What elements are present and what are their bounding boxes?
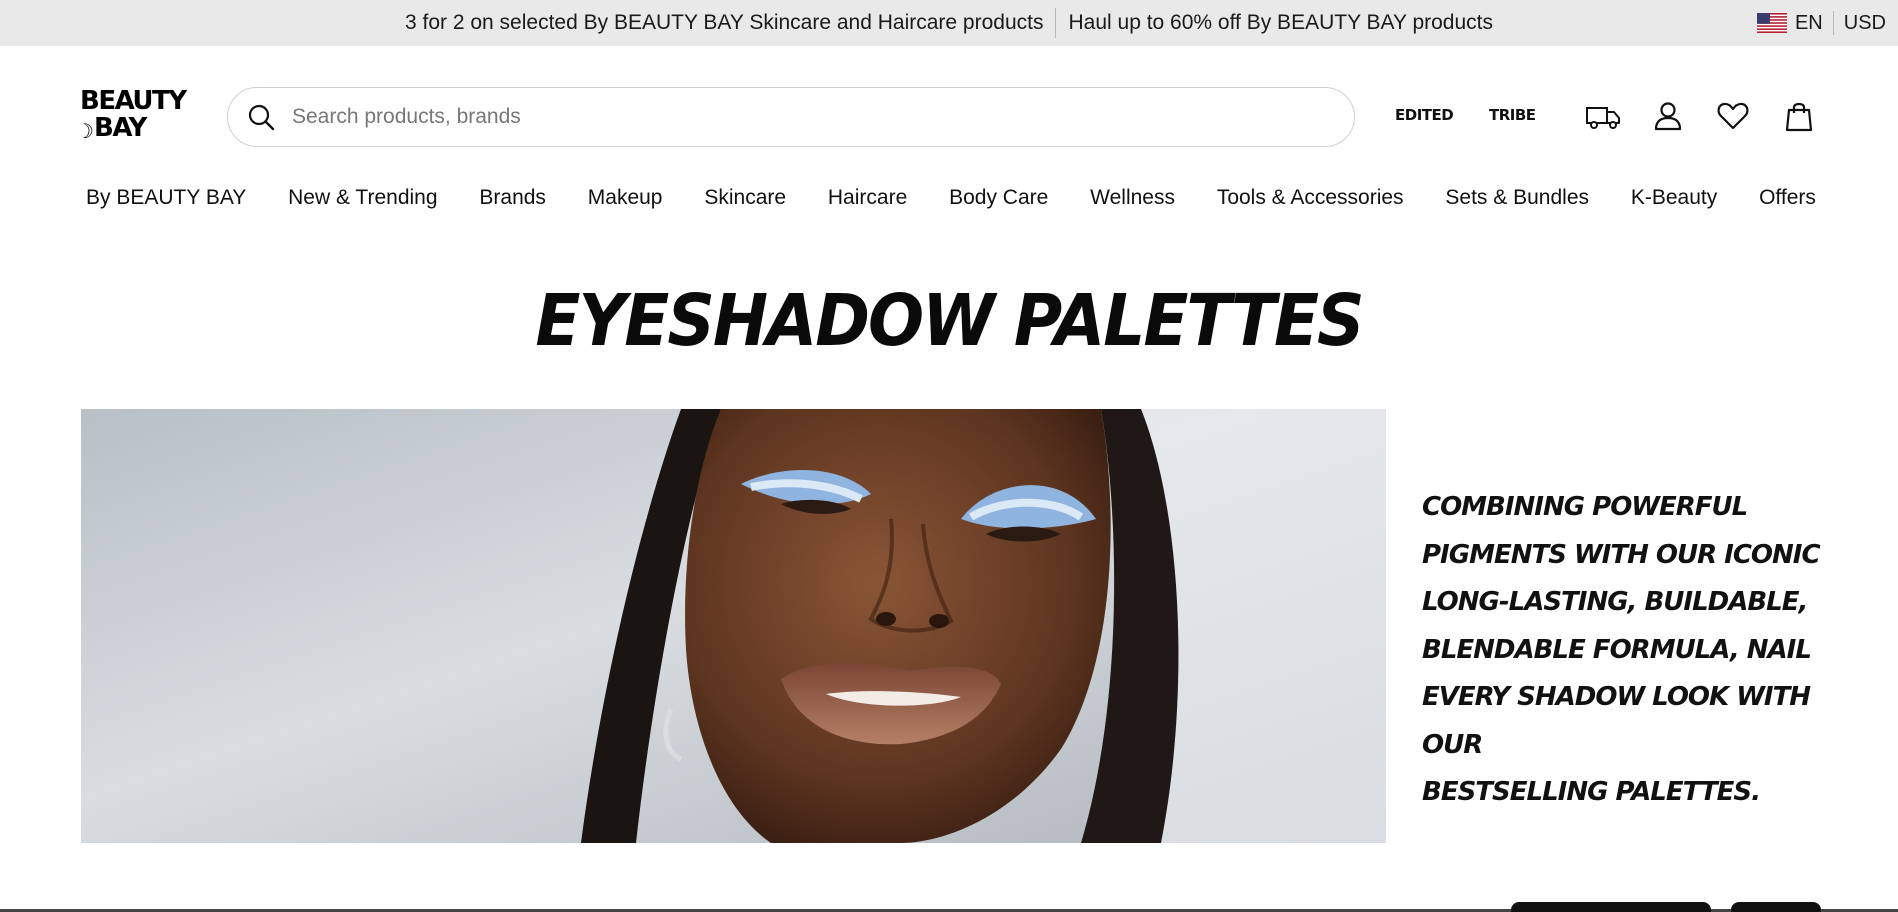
hero-description-line: BESTSELLING PALETTES. [1422, 777, 1761, 807]
search-input[interactable] [292, 105, 1292, 129]
account-icon[interactable] [1650, 98, 1686, 134]
tribe-link[interactable]: TRIBE [1489, 106, 1536, 124]
wishlist-heart-icon[interactable] [1715, 98, 1751, 134]
beauty-bay-logo[interactable]: BEAUTY ☽ BAY [76, 86, 190, 144]
nav-item-wellness[interactable]: Wellness [1090, 186, 1175, 216]
logo-text-top: BEAUTY [80, 86, 187, 116]
nav-item-body-care[interactable]: Body Care [949, 186, 1048, 216]
logo-text-bay: BAY [94, 113, 147, 143]
hero-banner-image [81, 409, 1386, 843]
filter-button[interactable] [1511, 902, 1711, 912]
currency-label[interactable]: USD [1844, 12, 1886, 35]
search-icon[interactable] [246, 102, 276, 132]
nav-item-k-beauty[interactable]: K-Beauty [1631, 186, 1717, 216]
locale-selector[interactable]: EN USD [1756, 0, 1886, 46]
hero-description-line: PIGMENTS WITH OUR ICONIC [1422, 539, 1821, 570]
logo-text-bottom: ☽ BAY [76, 113, 190, 144]
model-portrait-illustration [81, 409, 1386, 843]
nav-item-by-beauty-bay[interactable]: By BEAUTY BAY [86, 186, 246, 216]
shopping-bag-icon[interactable] [1781, 98, 1817, 134]
nav-item-offers[interactable]: Offers [1759, 186, 1816, 216]
hero-description-line: EVERY SHADOW LOOK WITH OUR [1422, 682, 1811, 760]
hero-description-line: BLENDABLE FORMULA, NAIL [1422, 634, 1812, 665]
hero-description-line: COMBINING POWERFUL [1422, 492, 1748, 522]
main-navigation: By BEAUTY BAY New & Trending Brands Make… [86, 186, 1816, 216]
nav-item-brands[interactable]: Brands [479, 186, 546, 216]
search-bar[interactable] [227, 87, 1355, 147]
promo-messages: 3 for 2 on selected By BEAUTY BAY Skinca… [0, 0, 1898, 46]
nav-item-skincare[interactable]: Skincare [704, 186, 786, 216]
page-title: EYESHADOW PALETTES [535, 278, 1364, 363]
nav-item-sets-bundles[interactable]: Sets & Bundles [1445, 186, 1589, 216]
banana-logo-icon: ☽ [76, 119, 94, 143]
language-label[interactable]: EN [1795, 12, 1823, 35]
nav-item-makeup[interactable]: Makeup [588, 186, 663, 216]
promo-message-skincare[interactable]: 3 for 2 on selected By BEAUTY BAY Skinca… [393, 11, 1056, 35]
hero-description-line: LONG-LASTING, BUILDABLE, [1422, 587, 1808, 617]
locale-divider [1832, 11, 1834, 35]
nav-item-tools-accessories[interactable]: Tools & Accessories [1217, 186, 1404, 216]
us-flag-icon [1756, 13, 1787, 33]
promo-message-haul[interactable]: Haul up to 60% off By BEAUTY BAY product… [1056, 11, 1505, 35]
hero-description: COMBINING POWERFUL PIGMENTS WITH OUR ICO… [1422, 484, 1822, 817]
nav-item-haircare[interactable]: Haircare [828, 186, 907, 216]
promo-bar: 3 for 2 on selected By BEAUTY BAY Skinca… [0, 0, 1898, 46]
edited-link[interactable]: EDITED [1395, 106, 1454, 124]
nav-item-new-trending[interactable]: New & Trending [288, 186, 437, 216]
delivery-truck-icon[interactable] [1585, 98, 1621, 134]
sort-button[interactable] [1731, 902, 1821, 912]
